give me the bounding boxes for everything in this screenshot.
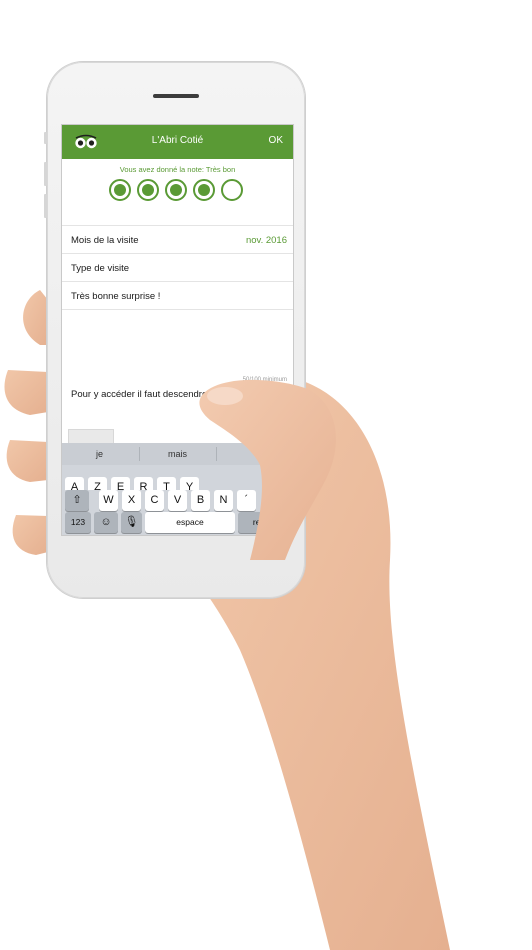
review-title-text: Très bonne surprise ! [71, 291, 161, 302]
nav-bar: L'Abri Cotié OK [62, 125, 293, 159]
volume-up-button [44, 162, 47, 186]
key-v[interactable]: V [168, 490, 187, 511]
emoji-icon[interactable]: ☺ [94, 512, 118, 533]
key-x[interactable]: X [122, 490, 141, 511]
page-title: L'Abri Cotié [151, 135, 204, 146]
app-screen: L'Abri Cotié OK Vous avez donné la note:… [61, 124, 294, 536]
visit-month-value[interactable]: nov. 2016 [246, 235, 287, 246]
keyboard-lower-rows: ⇧ W X C V B N ´ ⌫ 123 ☺ 🎙 espace retour [62, 490, 293, 534]
visit-type-row[interactable]: Type de visite [62, 253, 293, 282]
rating-bubble-5[interactable] [221, 179, 243, 201]
key-accent[interactable]: ´ [237, 490, 256, 511]
return-key[interactable]: retour [238, 512, 290, 533]
microphone-icon[interactable]: 🎙 [121, 512, 142, 533]
suggestion-mais[interactable]: mais [168, 449, 187, 459]
rating-bubble-4[interactable] [193, 179, 215, 201]
key-n[interactable]: N [214, 490, 233, 511]
rating-bubble-3[interactable] [165, 179, 187, 201]
shift-key[interactable]: ⇧ [65, 490, 89, 511]
rating-note: Vous avez donné la note: Très bon [119, 165, 236, 174]
visit-type-label: Type de visite [71, 263, 130, 274]
char-counter: 50/100 minimum [242, 377, 287, 383]
suggestion-divider [139, 447, 140, 461]
tripadvisor-owl-icon[interactable] [74, 134, 98, 150]
divider [62, 309, 293, 310]
earpiece-speaker [153, 94, 199, 98]
volume-down-button [44, 194, 47, 218]
review-title-field[interactable]: Très bonne surprise ! [62, 281, 293, 310]
numbers-key[interactable]: 123 [65, 512, 91, 533]
rating-bubble-1[interactable] [109, 179, 131, 201]
ok-button[interactable]: OK [269, 135, 283, 146]
visit-month-label: Mois de la visite [71, 235, 139, 246]
rating-bubble-2[interactable] [137, 179, 159, 201]
key-w[interactable]: W [99, 490, 118, 511]
mute-switch [44, 132, 47, 144]
space-key[interactable]: espace [145, 512, 235, 533]
suggestion-bar: je mais [62, 443, 293, 465]
review-text-area[interactable]: Pour y accéder il faut descendre un long… [71, 388, 283, 402]
visit-month-row[interactable]: Mois de la visite nov. 2016 [62, 225, 293, 254]
key-b[interactable]: B [191, 490, 210, 511]
backspace-key[interactable]: ⌫ [266, 490, 290, 511]
suggestion-je[interactable]: je [96, 449, 103, 459]
suggestion-divider [216, 447, 217, 461]
key-c[interactable]: C [145, 490, 164, 511]
